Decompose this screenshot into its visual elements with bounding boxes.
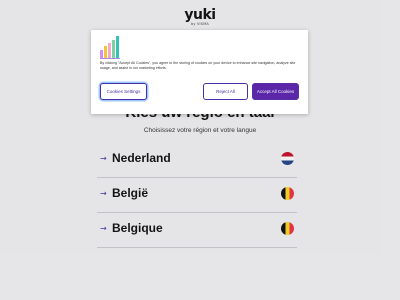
cookies-settings-button[interactable]: Cookies Settings <box>100 83 147 100</box>
cookie-consent-text: By clicking "Accept All Cookies", you ag… <box>100 61 296 70</box>
cookie-consent-dialog: By clicking "Accept All Cookies", you ag… <box>91 30 308 114</box>
bar-chart-logo-icon <box>100 36 120 59</box>
accept-all-cookies-button[interactable]: Accept All Cookies <box>252 83 299 100</box>
reject-all-button[interactable]: Reject All <box>203 83 248 100</box>
